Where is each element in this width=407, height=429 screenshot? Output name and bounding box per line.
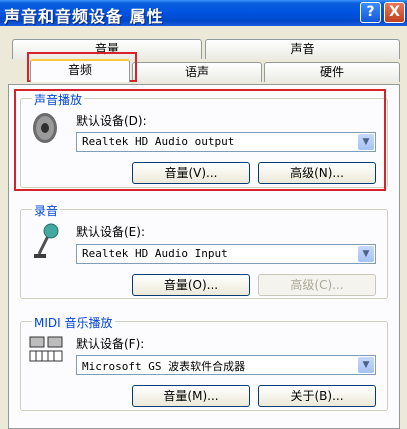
tab-audio[interactable]: 音频 <box>30 59 130 82</box>
midi-title: MIDI 音乐播放 <box>32 314 115 331</box>
tab-hardware[interactable]: 硬件 <box>264 62 400 82</box>
window-title: 声音和音频设备 属性 <box>4 7 164 26</box>
midi-volume-button[interactable]: 音量(M)... <box>132 385 250 407</box>
recording-volume-button[interactable]: 音量(O)... <box>132 274 250 296</box>
title-bar: 声音和音频设备 属性 ? X <box>0 0 407 26</box>
help-button[interactable]: ? <box>360 2 381 23</box>
recording-device-label: 默认设备(E): <box>76 225 145 239</box>
midi-keyboard-icon <box>29 336 63 362</box>
tab-voice[interactable]: 语声 <box>132 62 262 82</box>
chevron-down-icon[interactable]: ▼ <box>358 246 374 262</box>
midi-about-button[interactable]: 关于(B)... <box>258 385 376 407</box>
midi-device-select[interactable]: Microsoft GS 波表软件合成器 ▼ <box>76 355 376 375</box>
recording-device-select[interactable]: Realtek HD Audio Input ▼ <box>76 244 376 264</box>
recording-device-value: Realtek HD Audio Input <box>82 247 228 260</box>
recording-title: 录音 <box>32 202 61 219</box>
tab-sounds[interactable]: 声音 <box>205 39 400 59</box>
highlight-box-playback <box>14 89 386 191</box>
close-button[interactable]: X <box>384 2 405 23</box>
dialog-body: 音量 声音 音频 语声 硬件 声音播放 默认设备(D): Realtek HD … <box>0 26 407 429</box>
recording-advanced-button: 高级(C)... <box>258 274 376 296</box>
chevron-down-icon[interactable]: ▼ <box>358 357 374 373</box>
microphone-icon <box>34 223 59 258</box>
midi-device-value: Microsoft GS 波表软件合成器 <box>82 360 246 373</box>
midi-device-label: 默认设备(F): <box>76 337 145 351</box>
